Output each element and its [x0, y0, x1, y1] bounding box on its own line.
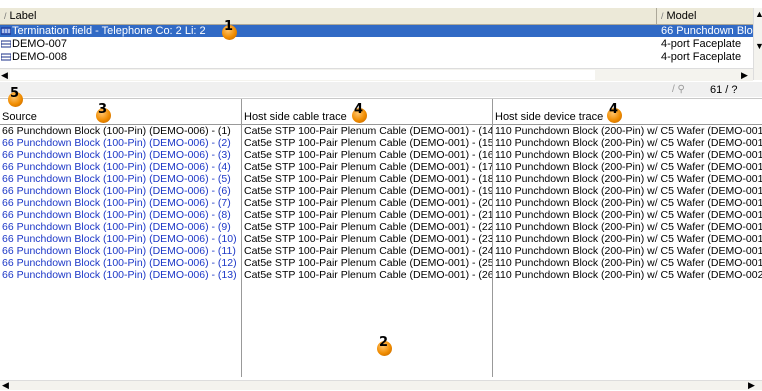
callout-number: 3 [98, 102, 108, 117]
filter-icon[interactable]: / ⚲ [672, 84, 685, 95]
list-row-selected[interactable]: Termination field - Telephone Co: 2 Li: … [0, 25, 753, 37]
column-header-cable-trace[interactable]: Host side cable trace [242, 110, 492, 125]
column-header-model[interactable]: / Model [657, 8, 753, 25]
callout-marker: 2 [377, 335, 392, 356]
table-cell[interactable]: Cat5e STP 100-Pair Plenum Cable (DEMO-00… [242, 233, 492, 245]
table-cell[interactable]: 110 Punchdown Block (200-Pin) w/ C5 Wafe… [493, 209, 762, 221]
column-header-label-text: Label [9, 10, 37, 22]
row-model: 4-port Faceplate [661, 51, 742, 63]
column-header-label[interactable]: / Label [0, 8, 657, 25]
callout-marker: 3 [96, 102, 111, 123]
vertical-scrollbar[interactable]: ▲ ▼ [753, 8, 762, 80]
scroll-left-icon[interactable]: ◀ [2, 379, 9, 391]
table-cell[interactable]: 66 Punchdown Block (100-Pin) (DEMO-006) … [0, 221, 241, 233]
callout-number: 5 [10, 86, 20, 101]
cable-trace-column: Host side cable trace Cat5e STP 100-Pair… [242, 99, 493, 377]
table-cell[interactable]: 66 Punchdown Block (100-Pin) (DEMO-006) … [0, 161, 241, 173]
table-cell[interactable]: 110 Punchdown Block (200-Pin) w/ C5 Wafe… [493, 233, 762, 245]
table-cell[interactable]: 66 Punchdown Block (100-Pin) (DEMO-006) … [0, 137, 241, 149]
table-cell[interactable]: 110 Punchdown Block (200-Pin) w/ C5 Wafe… [493, 149, 762, 161]
termination-field-icon [1, 27, 11, 35]
table-cell[interactable]: 66 Punchdown Block (100-Pin) (DEMO-006) … [0, 185, 241, 197]
callout-marker: 4 [607, 102, 622, 123]
record-counter: 61 / ? [710, 84, 738, 96]
row-model: 4-port Faceplate [661, 38, 742, 50]
row-label: DEMO-007 [12, 38, 68, 50]
table-cell[interactable]: Cat5e STP 100-Pair Plenum Cable (DEMO-00… [242, 125, 492, 137]
table-cell[interactable]: 66 Punchdown Block (100-Pin) (DEMO-006) … [0, 257, 241, 269]
table-cell[interactable]: Cat5e STP 100-Pair Plenum Cable (DEMO-00… [242, 221, 492, 233]
table-cell[interactable]: 110 Punchdown Block (200-Pin) w/ C5 Wafe… [493, 197, 762, 209]
callout-number: 1 [224, 19, 234, 34]
table-cell[interactable]: 66 Punchdown Block (100-Pin) (DEMO-006) … [0, 245, 241, 257]
table-cell[interactable]: Cat5e STP 100-Pair Plenum Cable (DEMO-00… [242, 185, 492, 197]
callout-number: 2 [379, 335, 389, 350]
table-cell[interactable]: 110 Punchdown Block (200-Pin) w/ C5 Wafe… [493, 245, 762, 257]
source-column: Source 66 Punchdown Block (100-Pin) (DEM… [0, 99, 242, 377]
column-header-device-trace[interactable]: Host side device trace [493, 110, 762, 125]
callout-marker: 5 [8, 86, 23, 107]
scroll-up-icon[interactable]: ▲ [755, 8, 762, 20]
status-bar: / ⚲ 61 / ? [0, 82, 762, 97]
table-cell[interactable]: 110 Punchdown Block (200-Pin) w/ C5 Wafe… [493, 185, 762, 197]
scroll-left-icon[interactable]: ◀ [1, 69, 8, 81]
table-cell[interactable]: 66 Punchdown Block (100-Pin) (DEMO-006) … [0, 269, 241, 281]
column-header-model-text: Model [666, 10, 697, 22]
table-cell[interactable]: 110 Punchdown Block (200-Pin) w/ C5 Wafe… [493, 161, 762, 173]
callout-number: 4 [609, 102, 619, 117]
table-cell[interactable]: 110 Punchdown Block (200-Pin) w/ C5 Wafe… [493, 173, 762, 185]
table-cell[interactable]: Cat5e STP 100-Pair Plenum Cable (DEMO-00… [242, 137, 492, 149]
scroll-thumb[interactable] [10, 70, 595, 80]
faceplate-icon [1, 53, 11, 61]
table-cell[interactable]: 66 Punchdown Block (100-Pin) (DEMO-006) … [0, 149, 241, 161]
table-cell[interactable]: 66 Punchdown Block (100-Pin) (DEMO-006) … [0, 209, 241, 221]
sort-icon: / [4, 11, 7, 21]
table-cell[interactable]: Cat5e STP 100-Pair Plenum Cable (DEMO-00… [242, 209, 492, 221]
table-cell[interactable]: 110 Punchdown Block (200-Pin) w/ C5 Wafe… [493, 137, 762, 149]
records-list: / Label / Model Termination field - Teleph… [0, 0, 762, 84]
sort-icon: / [661, 11, 664, 21]
column-header-source[interactable]: Source [0, 110, 241, 125]
table-cell[interactable]: 66 Punchdown Block (100-Pin) (DEMO-006) … [0, 125, 241, 137]
table-cell[interactable]: Cat5e STP 100-Pair Plenum Cable (DEMO-00… [242, 161, 492, 173]
faceplate-icon [1, 40, 11, 48]
table-cell[interactable]: 110 Punchdown Block (200-Pin) w/ C5 Wafe… [493, 221, 762, 233]
scroll-right-icon[interactable]: ▶ [741, 69, 748, 81]
horizontal-scrollbar[interactable]: ◀ ▶ [0, 68, 753, 81]
table-cell[interactable]: 66 Punchdown Block (100-Pin) (DEMO-006) … [0, 233, 241, 245]
callout-marker: 1 [222, 19, 237, 40]
device-trace-column: Host side device trace 110 Punchdown Blo… [493, 99, 762, 377]
table-cell[interactable]: Cat5e STP 100-Pair Plenum Cable (DEMO-00… [242, 197, 492, 209]
list-row[interactable]: DEMO-007 4-port Faceplate [0, 38, 753, 50]
table-cell[interactable]: 110 Punchdown Block (200-Pin) w/ C5 Wafe… [493, 125, 762, 137]
table-cell[interactable]: 66 Punchdown Block (100-Pin) (DEMO-006) … [0, 197, 241, 209]
table-cell[interactable]: Cat5e STP 100-Pair Plenum Cable (DEMO-00… [242, 149, 492, 161]
table-cell[interactable]: 110 Punchdown Block (200-Pin) w/ C5 Wafe… [493, 269, 762, 281]
row-model: 66 Punchdown Bloc [661, 25, 753, 37]
scroll-right-icon[interactable]: ▶ [748, 379, 755, 391]
table-cell[interactable]: 110 Punchdown Block (200-Pin) w/ C5 Wafe… [493, 257, 762, 269]
callout-number: 4 [354, 102, 364, 117]
list-row[interactable]: DEMO-008 4-port Faceplate [0, 51, 753, 63]
table-cell[interactable]: Cat5e STP 100-Pair Plenum Cable (DEMO-00… [242, 173, 492, 185]
callout-marker: 4 [352, 102, 367, 123]
table-cell[interactable]: Cat5e STP 100-Pair Plenum Cable (DEMO-00… [242, 257, 492, 269]
table-cell[interactable]: Cat5e STP 100-Pair Plenum Cable (DEMO-00… [242, 245, 492, 257]
table-cell[interactable]: Cat5e STP 100-Pair Plenum Cable (DEMO-00… [242, 269, 492, 281]
row-label: Termination field - Telephone Co: 2 Li: … [12, 25, 206, 37]
table-cell[interactable]: 66 Punchdown Block (100-Pin) (DEMO-006) … [0, 173, 241, 185]
row-label: DEMO-008 [12, 51, 68, 63]
scroll-down-icon[interactable]: ▼ [755, 40, 762, 52]
